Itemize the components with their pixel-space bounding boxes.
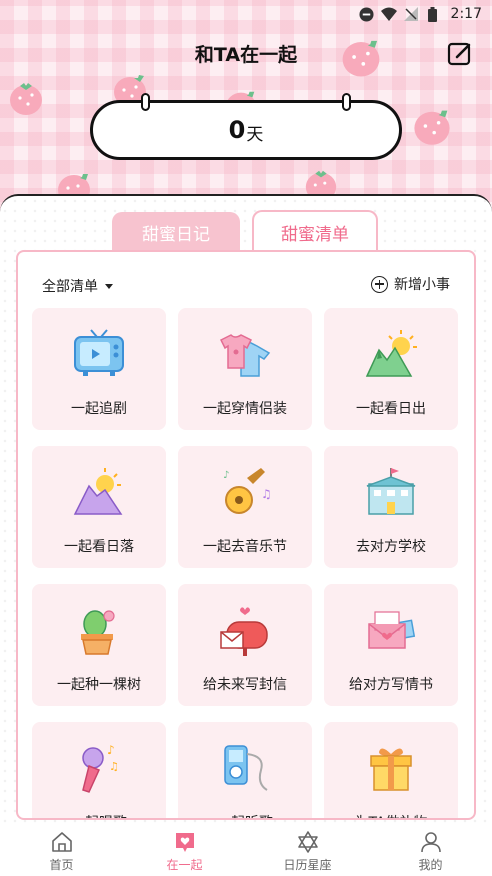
filter-label: 全部清单	[42, 279, 98, 295]
list-item[interactable]: 一起听歌	[178, 722, 312, 818]
add-item-button[interactable]: 新增小事	[371, 274, 450, 294]
sunset-icon	[73, 468, 123, 515]
do-not-disturb-icon	[359, 6, 375, 22]
list-filter-dropdown[interactable]: 全部清单	[42, 276, 113, 296]
list-item-label: 一起看日出	[356, 401, 426, 417]
love-letter-icon	[368, 611, 416, 649]
list-item-label: 给未来写封信	[203, 677, 287, 693]
nav-label: 日历星座	[283, 857, 332, 872]
list-item[interactable]: 一起种一棵树	[32, 584, 166, 706]
home-icon	[51, 831, 72, 852]
list-item-label: 为TA做礼物	[354, 812, 427, 818]
nav-label: 在一起	[166, 857, 203, 872]
list-item-label: 去对方学校	[356, 539, 426, 555]
list-item[interactable]: 一起看日出	[324, 308, 458, 430]
tab-sweet-diary[interactable]: 甜蜜日记	[112, 212, 240, 252]
list-item-label: 一起穿情侣装	[203, 401, 287, 417]
binder-ring	[141, 93, 150, 111]
tab-sweet-list[interactable]: 甜蜜清单	[252, 210, 378, 252]
wifi-icon	[380, 6, 397, 22]
list-item[interactable]: ♪ ♫ 一起去音乐节	[178, 446, 312, 568]
days-together-counter: 0 天	[90, 93, 402, 160]
bottom-nav: 首页 在一起 日历星座 我的	[0, 826, 492, 876]
nav-label: 首页	[49, 857, 74, 872]
couple-shirts-icon	[219, 334, 271, 377]
list-item-label: 一起种一棵树	[57, 677, 141, 693]
list-item[interactable]: 一起追剧	[32, 308, 166, 430]
list-item-label: 一起唱歌	[71, 812, 127, 818]
list-item-label: 一起听歌	[217, 812, 273, 818]
strawberry-decoration	[414, 110, 450, 145]
list-item-label: 一起看日落	[64, 539, 134, 555]
nav-mine[interactable]: 我的	[369, 826, 492, 876]
strawberry-decoration	[10, 83, 42, 115]
star-of-david-icon	[297, 830, 318, 853]
page-title: 和TA在一起	[194, 44, 298, 66]
list-item[interactable]: ♪ ♫ 一起唱歌	[32, 722, 166, 818]
days-count: 0	[228, 116, 246, 144]
sunrise-icon	[365, 330, 417, 377]
music-player-icon	[224, 745, 268, 791]
caret-down-icon	[105, 283, 113, 289]
list-item[interactable]: 去对方学校	[324, 446, 458, 568]
list-item-label: 一起追剧	[71, 401, 127, 417]
no-signal-icon	[403, 6, 419, 22]
nav-calendar-zodiac[interactable]: 日历星座	[246, 826, 369, 876]
list-item[interactable]: 给对方写情书	[324, 584, 458, 706]
list-item-label: 一起去音乐节	[203, 539, 287, 555]
edit-button[interactable]	[446, 40, 474, 68]
school-icon	[366, 468, 416, 515]
binder-ring	[342, 93, 351, 111]
svg-text:♪: ♪	[107, 743, 115, 757]
heart-chat-icon	[175, 832, 194, 852]
battery-icon	[425, 6, 441, 22]
person-icon	[420, 831, 441, 852]
list-item[interactable]: 为TA做礼物	[324, 722, 458, 818]
days-unit: 天	[246, 124, 264, 145]
list-item[interactable]: 给未来写封信	[178, 584, 312, 706]
mailbox-icon	[220, 607, 268, 656]
nav-label: 我的	[418, 857, 443, 872]
svg-text:♫: ♫	[261, 487, 272, 501]
microphone-icon: ♪ ♫	[82, 743, 119, 793]
list-item-label: 给对方写情书	[349, 677, 433, 693]
svg-text:♫: ♫	[109, 760, 119, 773]
add-item-label: 新增小事	[394, 277, 450, 293]
gift-icon	[370, 748, 412, 791]
status-bar: 2:17	[0, 0, 492, 28]
tv-icon	[74, 329, 124, 376]
guitar-icon: ♪ ♫	[223, 468, 272, 514]
sweet-list-panel: 全部清单 新增小事 一起追剧 一起穿情侣装 一起看日出 一起看日落 ♪ ♫ 一起…	[16, 250, 476, 820]
status-time: 2:17	[450, 6, 482, 22]
svg-text:♪: ♪	[223, 470, 229, 481]
edit-icon	[447, 42, 471, 66]
potted-plant-icon	[81, 610, 115, 655]
activity-grid: 一起追剧 一起穿情侣装 一起看日出 一起看日落 ♪ ♫ 一起去音乐节 去对方学校…	[32, 308, 464, 818]
nav-home[interactable]: 首页	[0, 826, 123, 876]
list-item[interactable]: 一起穿情侣装	[178, 308, 312, 430]
nav-together[interactable]: 在一起	[123, 826, 246, 876]
plus-circle-icon	[371, 275, 388, 293]
list-item[interactable]: 一起看日落	[32, 446, 166, 568]
